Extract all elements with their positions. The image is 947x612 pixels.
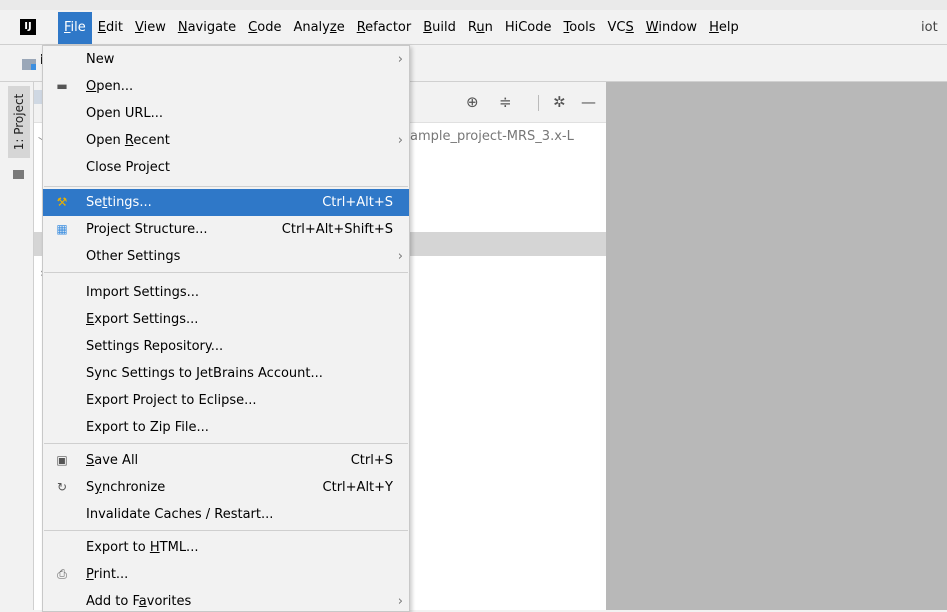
menu-run[interactable]: Run xyxy=(462,12,499,44)
project-folder-icon[interactable] xyxy=(22,59,36,70)
menu-item-label: Close Project xyxy=(86,160,171,175)
minimize-icon[interactable]: — xyxy=(581,92,596,112)
menu-item-label: Settings... xyxy=(86,195,152,210)
toolbar-separator xyxy=(538,95,539,111)
menu-window[interactable]: Window xyxy=(640,12,703,44)
menu-item-label: Export Settings... xyxy=(86,312,199,327)
menu-item-label: Project Structure... xyxy=(86,222,208,237)
menu-item-add-to-favorites[interactable]: Add to Favorites › xyxy=(43,588,409,611)
submenu-arrow-icon: › xyxy=(397,52,403,67)
submenu-arrow-icon: › xyxy=(397,249,403,264)
gear-icon[interactable]: ✲ xyxy=(553,92,566,112)
locate-icon[interactable]: ⊕ xyxy=(466,92,479,112)
project-tool-tab-label: 1: Project xyxy=(12,93,26,151)
menu-item-label: Import Settings... xyxy=(86,285,199,300)
menu-tools[interactable]: Tools xyxy=(558,12,602,44)
menu-item-export-html[interactable]: Export to HTML... xyxy=(43,534,409,561)
menu-item-export-eclipse[interactable]: Export Project to Eclipse... xyxy=(43,387,409,414)
menu-vcs[interactable]: VCS xyxy=(602,12,640,44)
menu-separator xyxy=(44,272,408,273)
menu-item-shortcut: Ctrl+Alt+Y xyxy=(322,480,393,495)
collapse-icon[interactable]: ≑ xyxy=(499,92,512,112)
menu-item-shortcut: Ctrl+Alt+Shift+S xyxy=(281,222,393,237)
menu-item-import-settings[interactable]: Import Settings... xyxy=(43,279,409,306)
submenu-arrow-icon: › xyxy=(397,133,403,148)
menu-item-label: Add to Favorites xyxy=(86,594,192,609)
menu-navigate[interactable]: Navigate xyxy=(172,12,242,44)
menu-item-export-zip[interactable]: Export to Zip File... xyxy=(43,414,409,441)
menu-item-label: New xyxy=(86,52,115,67)
folder-open-icon: ▬ xyxy=(56,79,68,93)
menu-separator xyxy=(44,530,408,531)
menu-separator xyxy=(44,186,408,187)
menu-item-synchronize[interactable]: ↻ Synchronize Ctrl+Alt+Y xyxy=(43,474,409,501)
menu-help[interactable]: Help xyxy=(703,12,745,44)
menu-item-label: Synchronize xyxy=(86,480,166,495)
submenu-arrow-icon: › xyxy=(397,594,403,609)
menu-refactor[interactable]: Refactor xyxy=(351,12,418,44)
menu-item-new[interactable]: New › xyxy=(43,46,409,73)
menu-item-label: Sync Settings to JetBrains Account... xyxy=(86,366,323,381)
menu-item-close-project[interactable]: Close Project xyxy=(43,154,409,181)
menu-analyze[interactable]: Analyze xyxy=(287,12,350,44)
menu-item-export-settings[interactable]: Export Settings... xyxy=(43,306,409,333)
menu-item-label: Save All xyxy=(86,453,139,468)
project-structure-icon: ▦ xyxy=(56,222,68,236)
menu-item-open-recent[interactable]: Open Recent › xyxy=(43,127,409,154)
wrench-icon: ⚒ xyxy=(56,195,68,209)
project-name-label: iot xyxy=(921,20,938,35)
project-root-path: ample_project-MRS_3.x-L xyxy=(410,129,574,144)
menu-separator xyxy=(44,443,408,444)
title-strip xyxy=(0,0,947,10)
menu-code[interactable]: Code xyxy=(242,12,287,44)
menu-edit[interactable]: Edit xyxy=(92,12,129,44)
editor-area xyxy=(606,82,947,610)
menu-build[interactable]: Build xyxy=(417,12,462,44)
menu-item-settings[interactable]: ⚒ Settings... Ctrl+Alt+S xyxy=(43,189,409,216)
left-tool-strip xyxy=(0,82,34,610)
save-icon: ▣ xyxy=(56,453,68,467)
menu-item-label: Other Settings xyxy=(86,249,181,264)
menu-item-print[interactable]: ⎙ Print... xyxy=(43,561,409,588)
file-menu-dropdown: New › ▬ Open... Open URL... Open Recent … xyxy=(42,45,410,612)
menu-item-label: Invalidate Caches / Restart... xyxy=(86,507,274,522)
structure-folder-icon[interactable] xyxy=(13,170,24,179)
menu-item-shortcut: Ctrl+S xyxy=(350,453,393,468)
menu-item-save-all[interactable]: ▣ Save All Ctrl+S xyxy=(43,447,409,474)
menu-item-label: Open Recent xyxy=(86,133,170,148)
menu-item-shortcut: Ctrl+Alt+S xyxy=(322,195,393,210)
menu-item-label: Open... xyxy=(86,79,134,94)
menu-item-other-settings[interactable]: Other Settings › xyxy=(43,243,409,270)
menu-item-label: Settings Repository... xyxy=(86,339,224,354)
menu-item-open[interactable]: ▬ Open... xyxy=(43,73,409,100)
menu-item-label: Export Project to Eclipse... xyxy=(86,393,257,408)
menu-item-sync-settings[interactable]: Sync Settings to JetBrains Account... xyxy=(43,360,409,387)
menu-item-invalidate-caches[interactable]: Invalidate Caches / Restart... xyxy=(43,501,409,528)
menu-item-settings-repository[interactable]: Settings Repository... xyxy=(43,333,409,360)
menu-file[interactable]: File xyxy=(58,12,92,44)
intellij-logo-icon: IJ xyxy=(20,19,36,35)
sync-icon: ↻ xyxy=(56,480,68,494)
menu-item-label: Export to HTML... xyxy=(86,540,199,555)
menu-view[interactable]: View xyxy=(129,12,172,44)
menu-item-label: Print... xyxy=(86,567,129,582)
menu-item-label: Export to Zip File... xyxy=(86,420,209,435)
menu-item-open-url[interactable]: Open URL... xyxy=(43,100,409,127)
menu-hicode[interactable]: HiCode xyxy=(499,12,558,44)
menu-item-label: Open URL... xyxy=(86,106,164,121)
menu-item-project-structure[interactable]: ▦ Project Structure... Ctrl+Alt+Shift+S xyxy=(43,216,409,243)
print-icon: ⎙ xyxy=(57,567,67,581)
main-menu: File Edit View Navigate Code Analyze Ref… xyxy=(58,12,745,44)
